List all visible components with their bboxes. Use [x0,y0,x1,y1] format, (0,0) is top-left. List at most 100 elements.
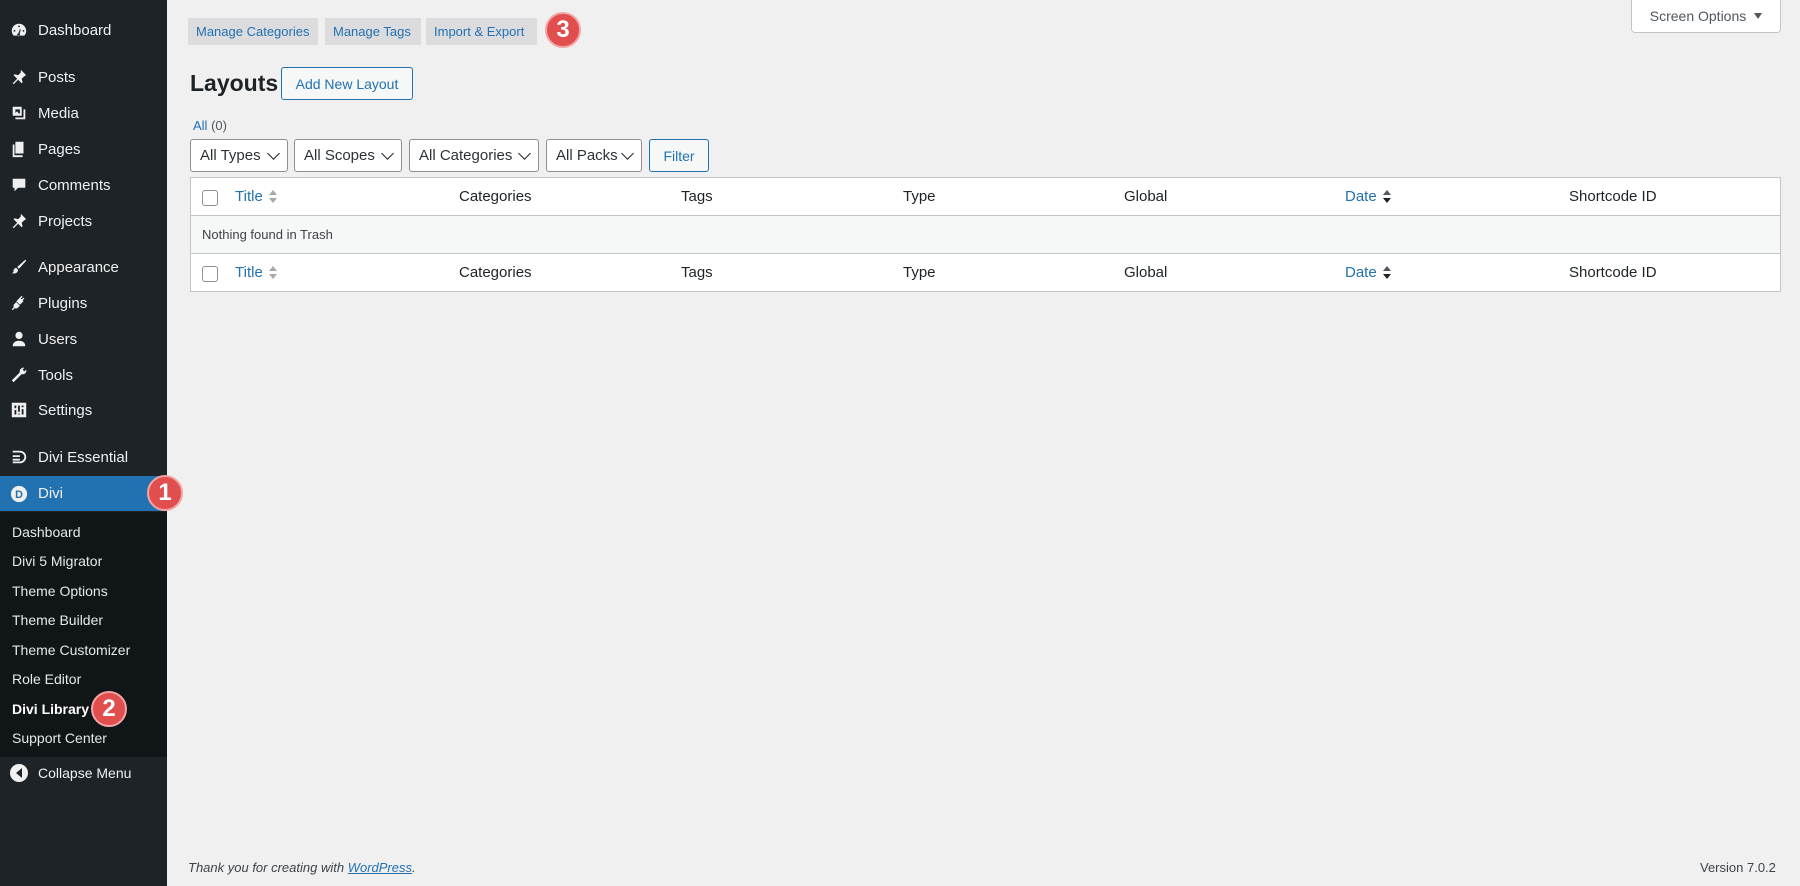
annotation-badge-1: 1 [147,475,183,511]
submenu-item-theme-options[interactable]: Theme Options [12,583,108,599]
submenu-item-divi-library[interactable]: Divi Library [12,701,89,717]
page-title: Layouts [190,70,279,96]
menu-label: Plugins [38,294,88,312]
menu-item-settings[interactable]: Settings [0,393,167,427]
submenu-item-theme-builder[interactable]: Theme Builder [12,612,103,628]
packs-select[interactable]: All Packs [546,139,642,172]
chevron-down-icon [381,147,394,160]
chevron-down-icon [518,147,531,160]
wrench-icon [10,366,28,384]
column-header-shortcode-id: Shortcode ID [1569,188,1657,205]
comment-icon [10,176,28,194]
table-row-empty: Nothing found in Trash [191,216,1780,254]
menu-item-posts[interactable]: Posts [0,60,167,94]
tab-manage-tags[interactable]: Manage Tags [325,18,421,45]
menu-label: Dashboard [38,21,112,39]
sort-icon [1382,266,1391,280]
media-icon [10,104,28,122]
column-date-label: Date [1345,188,1377,205]
collapse-menu-label: Collapse Menu [38,765,132,781]
annotation-badge-3: 3 [545,12,581,48]
view-all-link[interactable]: All [193,118,207,133]
select-all-checkbox[interactable] [202,190,218,206]
categories-select-value: All Categories [419,147,513,164]
chevron-down-icon [621,147,634,160]
plug-icon [10,294,28,312]
settings-icon [10,401,28,419]
menu-item-divi[interactable]: D Divi [0,476,167,511]
menu-label: Divi [38,485,63,502]
svg-text:D: D [15,489,23,501]
packs-select-value: All Packs [556,147,618,164]
menu-item-projects[interactable]: Projects [0,204,167,238]
screen-options-button[interactable]: Screen Options [1631,0,1781,33]
menu-label: Projects [38,212,93,230]
column-footer-global: Global [1124,264,1168,281]
menu-label: Tools [38,366,74,384]
types-select-value: All Types [200,147,261,164]
chevron-down-icon [267,147,280,160]
annotation-badge-2: 2 [91,691,127,727]
menu-label: Appearance [38,258,119,276]
menu-label: Comments [38,176,111,194]
column-footer-shortcode-id: Shortcode ID [1569,264,1657,281]
column-footer-tags: Tags [681,264,713,281]
submenu-item-dashboard[interactable]: Dashboard [12,524,81,540]
column-header-date[interactable]: Date [1345,188,1391,205]
table-header-row: Title Categories Tags Type Global Date S… [191,178,1780,216]
pages-icon [10,140,28,158]
menu-item-dashboard[interactable]: Dashboard [0,13,167,47]
footer-thanks-suffix: . [412,860,416,875]
menu-item-appearance[interactable]: Appearance [0,250,167,284]
menu-item-media[interactable]: Media [0,96,167,130]
categories-select[interactable]: All Categories [409,139,539,172]
pin-icon [10,68,28,86]
column-title-label: Title [235,188,263,205]
divi-icon: D [10,485,28,503]
submenu-item-divi-5-migrator[interactable]: Divi 5 Migrator [12,553,102,569]
column-header-title[interactable]: Title [235,188,277,205]
menu-label: Divi Essential [38,448,129,466]
sort-icon [268,190,277,204]
divi-submenu: Dashboard Divi 5 Migrator Theme Options … [0,512,167,757]
menu-item-pages[interactable]: Pages [0,132,167,166]
user-icon [10,330,28,348]
menu-label: Media [38,104,79,122]
sort-icon [268,266,277,280]
column-footer-categories: Categories [459,264,532,281]
footer-version: Version 7.0.2 [1700,860,1776,875]
submenu-item-role-editor[interactable]: Role Editor [12,671,81,687]
scopes-select-value: All Scopes [304,147,375,164]
empty-message: Nothing found in Trash [202,227,333,242]
filter-button[interactable]: Filter [649,139,709,172]
column-header-global: Global [1124,188,1168,205]
view-filter-links: All (0) [193,118,227,133]
view-all-count: (0) [211,118,227,133]
menu-item-comments[interactable]: Comments [0,168,167,202]
column-header-tags: Tags [681,188,713,205]
pin-icon [10,212,28,230]
scopes-select[interactable]: All Scopes [294,139,402,172]
brush-icon [10,258,28,276]
collapse-menu-button[interactable]: Collapse Menu [10,764,131,782]
column-footer-title[interactable]: Title [235,264,277,281]
tab-manage-categories[interactable]: Manage Categories [188,18,318,45]
tab-import-export[interactable]: Import & Export [426,18,537,45]
menu-item-divi-essential[interactable]: Divi Essential [0,440,167,474]
submenu-item-support-center[interactable]: Support Center [12,730,107,746]
menu-label: Pages [38,140,81,158]
column-title-label: Title [235,264,263,281]
table-footer-row: Title Categories Tags Type Global Date S… [191,254,1780,292]
dashboard-icon [10,21,28,39]
add-new-layout-button[interactable]: Add New Layout [281,67,413,100]
submenu-item-theme-customizer[interactable]: Theme Customizer [12,642,130,658]
wordpress-link[interactable]: WordPress [348,860,412,875]
column-footer-date[interactable]: Date [1345,264,1391,281]
menu-item-plugins[interactable]: Plugins [0,286,167,320]
select-all-checkbox[interactable] [202,266,218,282]
types-select[interactable]: All Types [190,139,288,172]
menu-item-tools[interactable]: Tools [0,358,167,392]
collapse-arrow-icon [10,764,28,782]
column-footer-type: Type [903,264,936,281]
menu-item-users[interactable]: Users [0,322,167,356]
